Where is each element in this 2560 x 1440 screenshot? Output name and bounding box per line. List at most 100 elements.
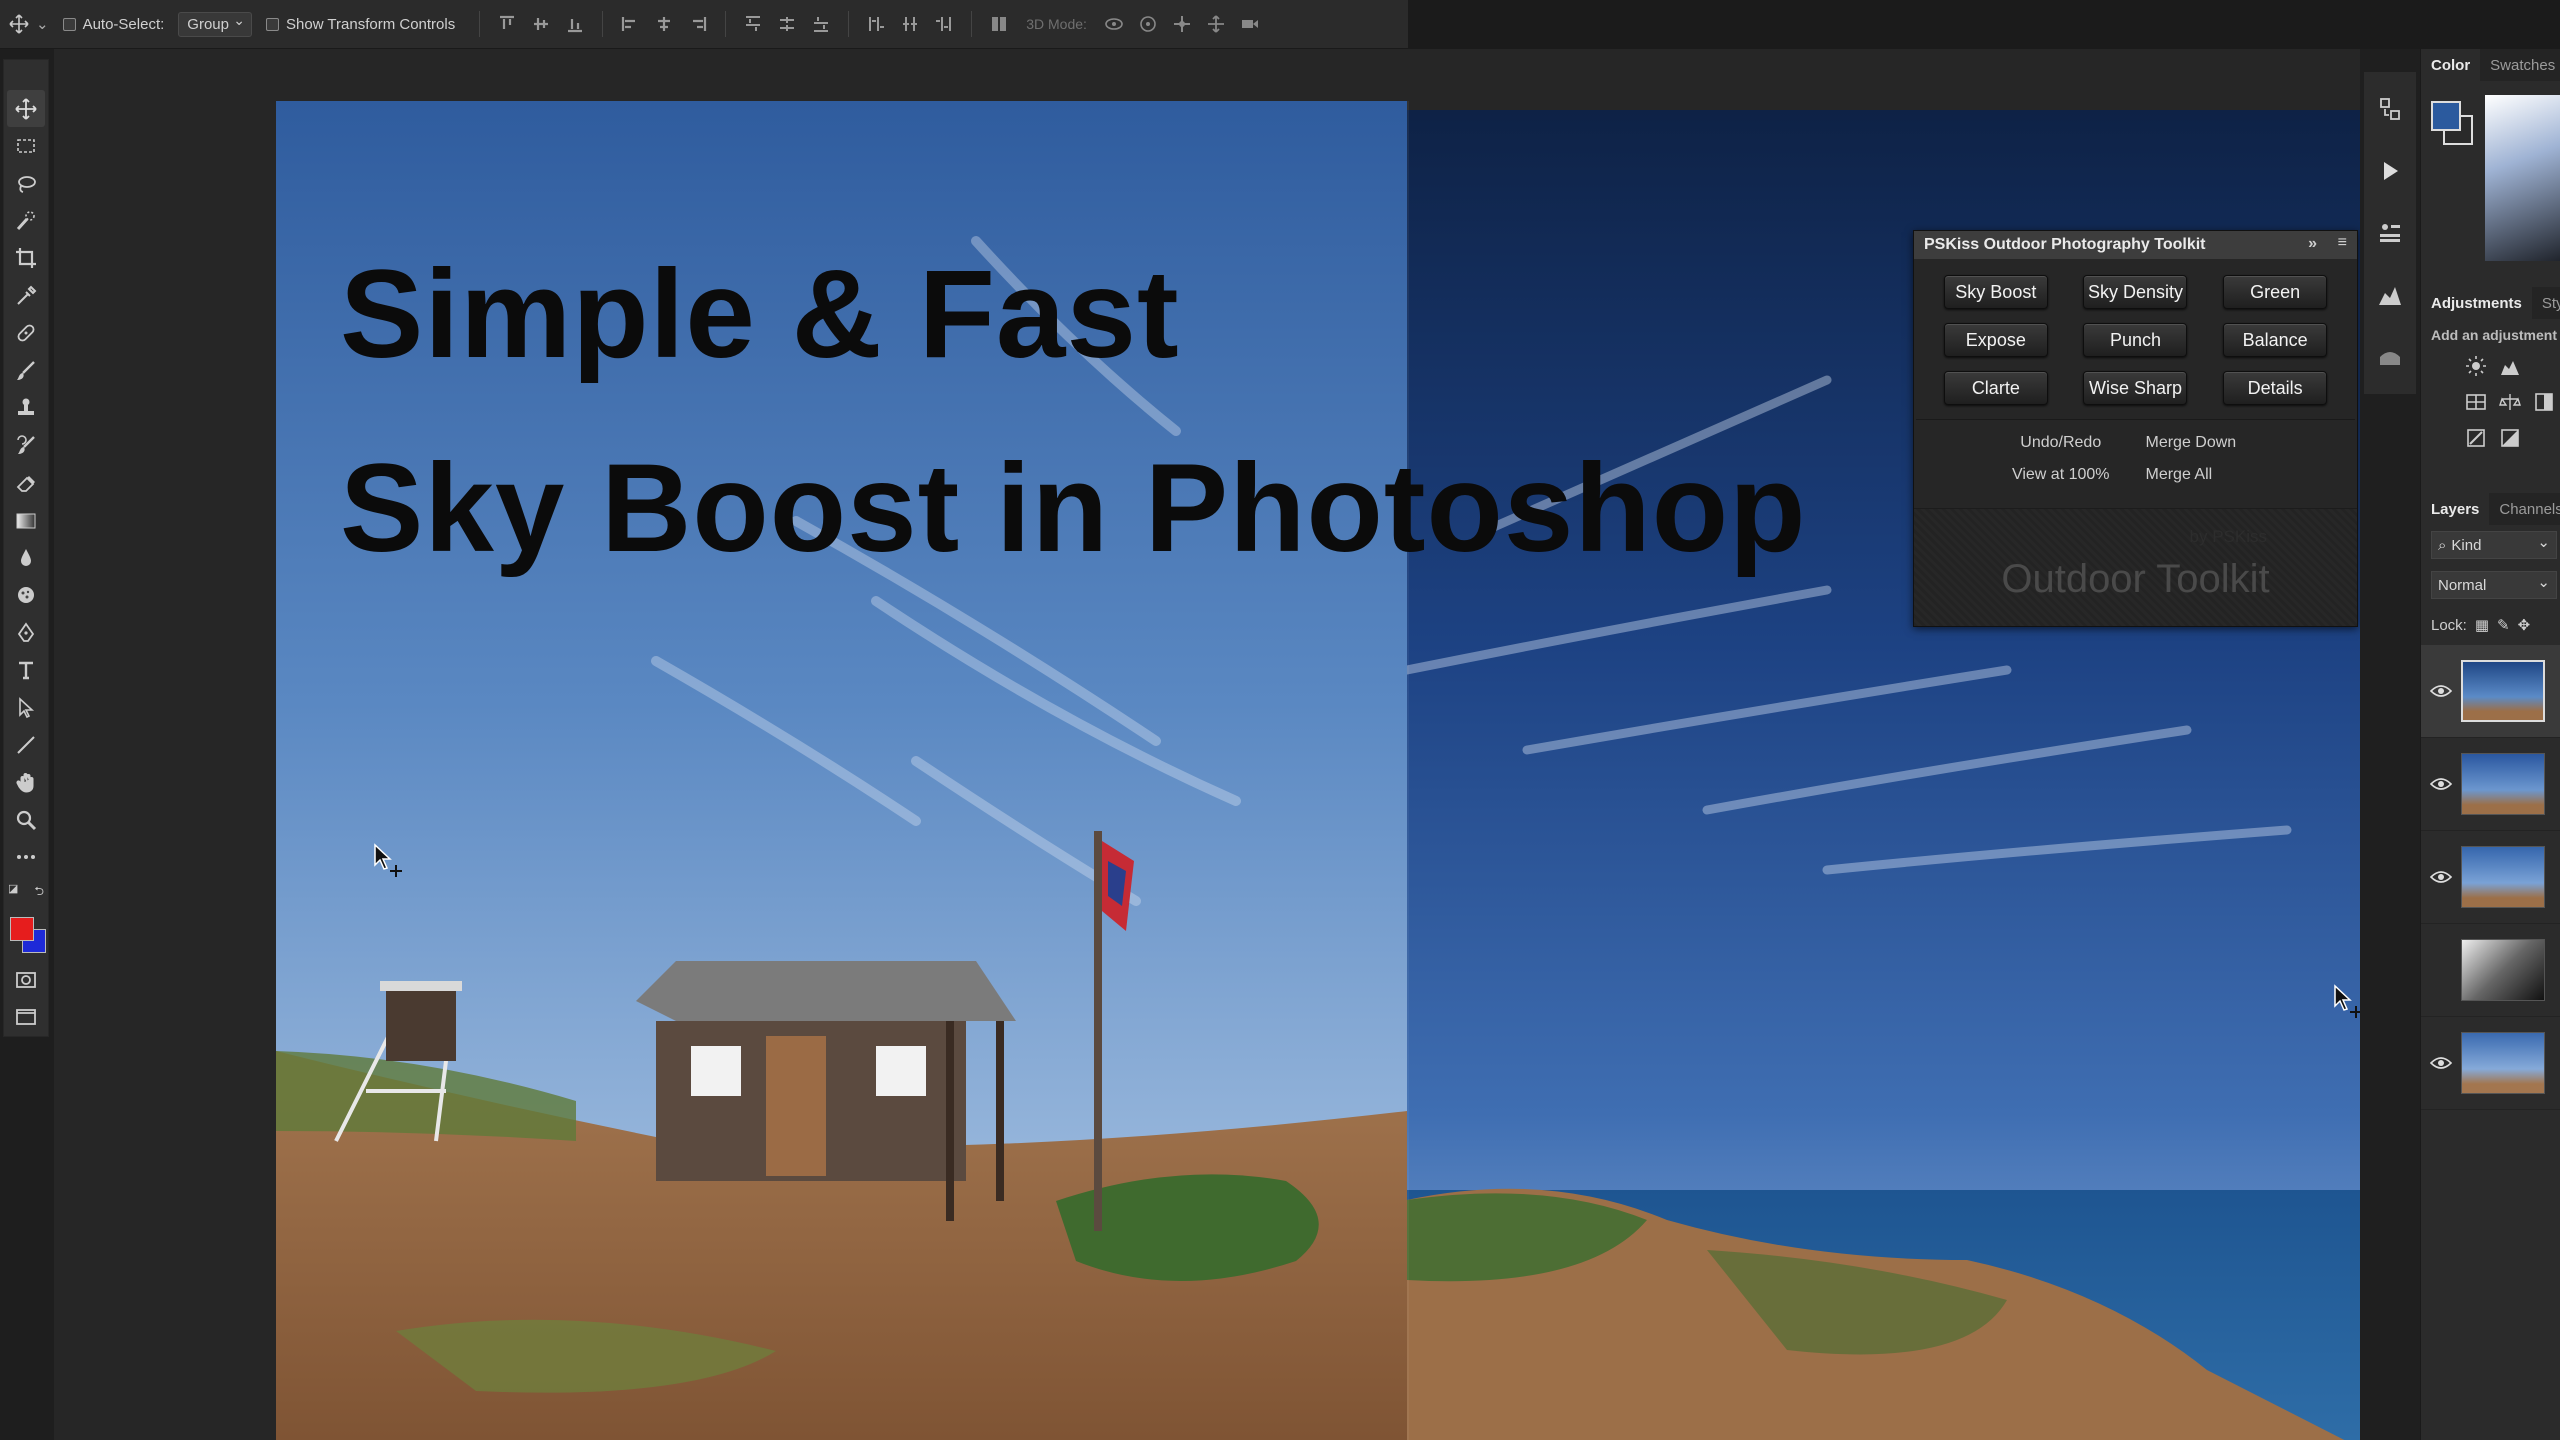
- properties-panel-icon[interactable]: [2368, 202, 2412, 264]
- healing-brush-tool[interactable]: [7, 315, 45, 352]
- color-picker-field[interactable]: [2485, 95, 2560, 261]
- align-right-icon[interactable]: [687, 13, 709, 35]
- swap-colors-icon[interactable]: ⮌: [34, 882, 44, 903]
- marquee-tool[interactable]: [7, 127, 45, 164]
- lock-position-icon[interactable]: ✥: [2518, 616, 2531, 634]
- clarte-button[interactable]: Clarte: [1943, 371, 2048, 405]
- line-tool[interactable]: [7, 726, 45, 763]
- 3d-slide-icon[interactable]: [1205, 13, 1227, 35]
- collapse-icon[interactable]: »: [2308, 235, 2317, 253]
- move-tool[interactable]: [7, 90, 45, 128]
- tab-adjustments[interactable]: Adjustments: [2421, 287, 2532, 319]
- 3d-scale-icon[interactable]: [1239, 13, 1261, 35]
- clone-stamp-tool[interactable]: [7, 390, 45, 427]
- lasso-tool[interactable]: [7, 165, 45, 202]
- color-balance-icon[interactable]: [2499, 391, 2521, 413]
- green-button[interactable]: Green: [2223, 275, 2328, 309]
- move-tool-preset-icon[interactable]: [8, 13, 30, 35]
- histogram-icon[interactable]: [2368, 264, 2412, 326]
- details-button[interactable]: Details: [2223, 371, 2328, 405]
- panel-menu-icon[interactable]: ≡: [2338, 234, 2347, 252]
- distribute-horizontal-center-icon[interactable]: [899, 13, 921, 35]
- foreground-color-swatch[interactable]: [10, 917, 34, 942]
- balance-button[interactable]: Balance: [2223, 323, 2328, 357]
- levels-icon[interactable]: [2499, 355, 2521, 377]
- eyedropper-tool[interactable]: [7, 277, 45, 314]
- visibility-eye-icon[interactable]: [2421, 869, 2461, 885]
- distribute-bottom-icon[interactable]: [810, 13, 832, 35]
- punch-button[interactable]: Punch: [2083, 323, 2188, 357]
- gradient-tool[interactable]: [7, 502, 45, 539]
- visibility-eye-icon[interactable]: [2421, 683, 2461, 699]
- gradient-map-icon[interactable]: [2499, 427, 2521, 449]
- distribute-vertical-center-icon[interactable]: [776, 13, 798, 35]
- auto-select-checkbox[interactable]: Auto-Select:: [62, 16, 164, 33]
- path-select-tool[interactable]: [7, 689, 45, 726]
- color-panel-foreground-swatch[interactable]: [2431, 101, 2461, 131]
- invert-icon[interactable]: [2465, 427, 2487, 449]
- pskiss-panel-header[interactable]: PSKiss Outdoor Photography Toolkit » ≡: [1914, 231, 2357, 259]
- default-colors-icon[interactable]: ◪: [8, 882, 18, 903]
- blur-tool[interactable]: [7, 539, 45, 576]
- distribute-right-icon[interactable]: [933, 13, 955, 35]
- auto-align-icon[interactable]: [988, 13, 1010, 35]
- more-tools[interactable]: [7, 839, 45, 876]
- sky-density-button[interactable]: Sky Density: [2083, 275, 2188, 309]
- history-panel-icon[interactable]: [2368, 78, 2412, 140]
- visibility-eye-icon[interactable]: [2421, 1055, 2461, 1071]
- layer-row[interactable]: [2421, 645, 2560, 738]
- quick-select-tool[interactable]: [7, 202, 45, 239]
- auto-select-dropdown[interactable]: Group: [178, 11, 252, 37]
- actions-play-icon[interactable]: [2368, 140, 2412, 202]
- hand-tool[interactable]: [7, 764, 45, 801]
- crop-tool[interactable]: [7, 240, 45, 277]
- pen-tool[interactable]: [7, 614, 45, 651]
- distribute-left-icon[interactable]: [865, 13, 887, 35]
- show-transform-controls-checkbox[interactable]: Show Transform Controls: [266, 16, 455, 33]
- 3d-orbit-icon[interactable]: [1103, 13, 1125, 35]
- view-at-100-link[interactable]: View at 100%: [1976, 466, 2146, 484]
- undo-redo-link[interactable]: Undo/Redo: [1976, 434, 2146, 452]
- tab-color[interactable]: Color: [2421, 49, 2481, 81]
- libraries-icon[interactable]: [2368, 326, 2412, 388]
- chevron-down-icon[interactable]: ⌄: [36, 15, 49, 33]
- dodge-tool[interactable]: [7, 577, 45, 614]
- layer-thumbnail: [2461, 846, 2545, 908]
- zoom-tool[interactable]: [7, 801, 45, 838]
- merge-down-link[interactable]: Merge Down: [2146, 434, 2316, 452]
- align-top-icon[interactable]: [496, 13, 518, 35]
- tab-styles[interactable]: Styles: [2532, 295, 2560, 312]
- lock-transparent-icon[interactable]: ▦: [2475, 616, 2489, 634]
- quick-mask-button[interactable]: [7, 961, 45, 998]
- tab-layers[interactable]: Layers: [2421, 493, 2490, 525]
- type-tool[interactable]: [7, 652, 45, 689]
- black-white-icon[interactable]: [2533, 391, 2555, 413]
- lock-paint-icon[interactable]: ✎: [2497, 616, 2510, 634]
- visibility-eye-icon[interactable]: [2421, 776, 2461, 792]
- wise-sharp-button[interactable]: Wise Sharp: [2083, 371, 2188, 405]
- layer-row[interactable]: [2421, 924, 2560, 1017]
- merge-all-link[interactable]: Merge All: [2146, 466, 2316, 484]
- 3d-roll-icon[interactable]: [1137, 13, 1159, 35]
- distribute-top-icon[interactable]: [742, 13, 764, 35]
- expose-button[interactable]: Expose: [1943, 323, 2048, 357]
- layer-row[interactable]: [2421, 831, 2560, 924]
- align-left-icon[interactable]: [619, 13, 641, 35]
- layer-kind-filter[interactable]: ⌕ Kind: [2431, 531, 2557, 559]
- tab-channels[interactable]: Channels: [2489, 501, 2560, 518]
- align-vertical-center-icon[interactable]: [530, 13, 552, 35]
- eraser-tool[interactable]: [7, 464, 45, 501]
- brightness-icon[interactable]: [2465, 355, 2487, 377]
- sky-boost-button[interactable]: Sky Boost: [1943, 275, 2048, 309]
- brush-tool[interactable]: [7, 352, 45, 389]
- align-horizontal-center-icon[interactable]: [653, 13, 675, 35]
- screen-mode-button[interactable]: [7, 999, 45, 1036]
- hue-saturation-icon[interactable]: [2465, 391, 2487, 413]
- layer-row[interactable]: [2421, 738, 2560, 831]
- history-brush-tool[interactable]: [7, 427, 45, 464]
- tab-swatches[interactable]: Swatches: [2480, 57, 2560, 74]
- align-bottom-icon[interactable]: [564, 13, 586, 35]
- 3d-pan-icon[interactable]: [1171, 13, 1193, 35]
- layer-row[interactable]: [2421, 1017, 2560, 1110]
- blend-mode-dropdown[interactable]: Normal: [2431, 571, 2557, 599]
